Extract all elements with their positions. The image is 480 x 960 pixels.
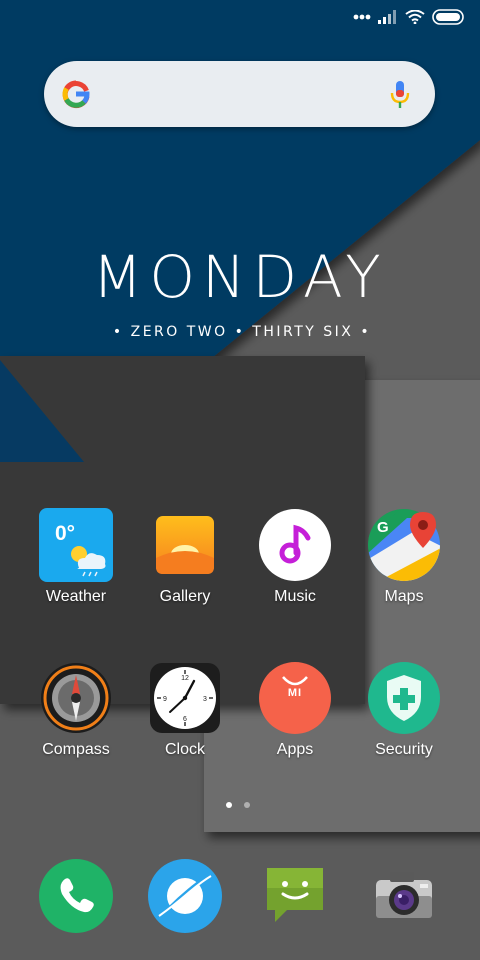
app-label: Apps xyxy=(276,741,314,758)
page-dot-active[interactable] xyxy=(226,802,232,808)
svg-text:12: 12 xyxy=(181,675,189,682)
dock-camera[interactable] xyxy=(366,858,442,934)
app-label: Compass xyxy=(42,741,110,758)
google-logo-icon xyxy=(62,80,90,109)
weather-icon: 0° xyxy=(39,508,113,582)
svg-text:9: 9 xyxy=(163,696,167,703)
app-label: Weather xyxy=(45,588,107,605)
app-label: Clock xyxy=(164,741,205,758)
gallery-icon xyxy=(148,508,222,582)
app-weather[interactable]: 0° Weather xyxy=(21,508,131,606)
wifi-icon xyxy=(405,10,425,24)
battery-icon xyxy=(432,9,464,25)
app-music[interactable]: Music xyxy=(240,508,350,606)
mi-apps-icon: MI xyxy=(258,661,332,735)
app-security[interactable]: Security xyxy=(349,661,459,759)
app-label: Security xyxy=(375,741,433,758)
page-dot[interactable] xyxy=(244,802,250,808)
page-indicator[interactable] xyxy=(226,802,250,808)
time-text[interactable]: • ZERO TWO • THIRTY SIX • xyxy=(0,324,480,340)
maps-icon: G xyxy=(367,508,441,582)
phone-icon xyxy=(39,859,113,933)
app-apps[interactable]: MI Apps xyxy=(240,661,350,759)
status-bar xyxy=(353,6,466,28)
svg-text:G: G xyxy=(377,519,389,536)
app-gallery[interactable]: Gallery xyxy=(130,508,240,606)
compass-icon xyxy=(39,661,113,735)
wallpaper xyxy=(0,0,480,960)
app-label: Maps xyxy=(384,588,424,605)
clock-icon: 12 3 6 9 xyxy=(148,661,222,735)
security-shield-icon xyxy=(367,661,441,735)
dock-phone[interactable] xyxy=(38,858,114,934)
google-search-bar[interactable] xyxy=(44,61,435,127)
microphone-icon[interactable] xyxy=(390,80,410,110)
day-text[interactable]: MONDAY xyxy=(0,243,480,311)
camera-icon xyxy=(376,872,432,918)
app-clock[interactable]: 12 3 6 9 Clock xyxy=(130,661,240,759)
music-icon xyxy=(258,508,332,582)
app-maps[interactable]: G Maps xyxy=(349,508,459,606)
browser-icon xyxy=(148,859,222,933)
app-label: Gallery xyxy=(159,588,211,605)
svg-text:3: 3 xyxy=(203,696,207,703)
dock-browser[interactable] xyxy=(147,858,223,934)
svg-text:6: 6 xyxy=(183,716,187,723)
app-compass[interactable]: Compass xyxy=(21,661,131,759)
messaging-icon xyxy=(267,868,323,922)
mi-logo-text: MI xyxy=(287,687,303,699)
cellular-signal-icon xyxy=(378,10,396,24)
signal-dots-icon xyxy=(353,14,371,20)
app-label: Music xyxy=(274,588,316,605)
dock-messaging[interactable] xyxy=(257,858,333,934)
